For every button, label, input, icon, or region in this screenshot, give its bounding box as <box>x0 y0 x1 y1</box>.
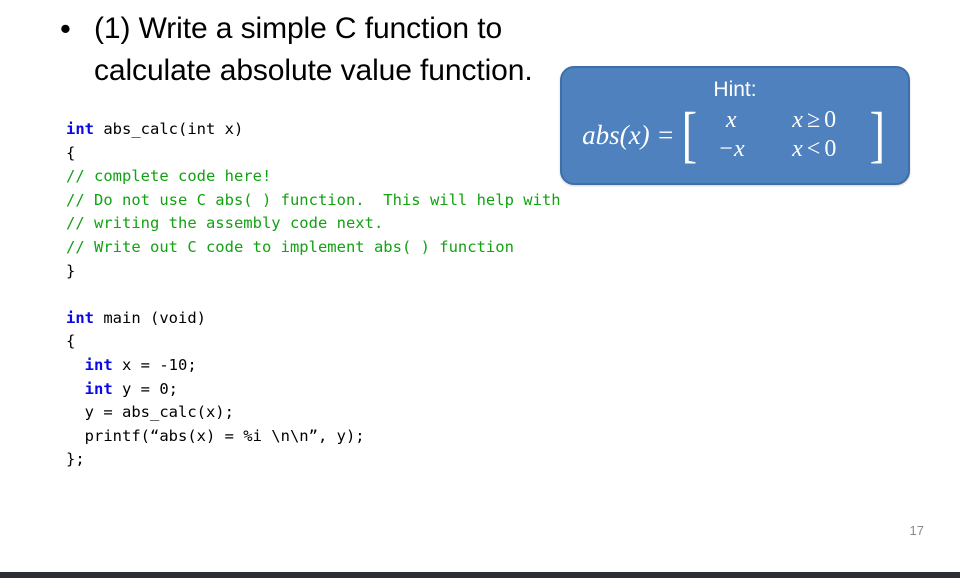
code-line: } <box>66 260 561 284</box>
code-line: int main (void) <box>66 307 561 331</box>
code-text: abs_calc(int x) <box>94 120 244 138</box>
code-text: { <box>66 143 76 162</box>
condition-operator: < <box>806 136 821 162</box>
condition-rhs: 0 <box>824 136 837 162</box>
code-comment: // writing the assembly code next. <box>66 214 384 233</box>
code-line: int x = -10; <box>66 354 561 378</box>
bullet-point-icon: • <box>60 11 71 46</box>
bullet-block: • (1) Write a simple C function to calcu… <box>58 8 578 92</box>
code-comment: // Write out C code to implement abs( ) … <box>66 237 514 256</box>
code-line: { <box>66 330 561 354</box>
slide-title-text: (1) Write a simple C function to calcula… <box>94 12 533 87</box>
bracket-close-icon: ] <box>869 101 886 169</box>
condition-rhs: 0 <box>824 107 837 133</box>
bracket-open-icon: [ <box>681 101 697 169</box>
code-block: int abs_calc(int x){// complete code her… <box>66 118 561 472</box>
code-line: // Do not use C abs( ) function. This wi… <box>66 189 561 213</box>
code-text: x = -10; <box>112 355 197 374</box>
code-text: { <box>66 332 76 351</box>
formula-row: x x ≥0 <box>700 106 866 135</box>
slide-number: 17 <box>909 523 924 538</box>
formula-matrix: x x ≥0 −x x <0 <box>699 106 867 164</box>
formula-row-value: −x <box>717 136 745 162</box>
code-line: y = abs_calc(x); <box>66 401 561 425</box>
bullet-row: • (1) Write a simple C function to calcu… <box>58 8 578 92</box>
hint-formula: abs(x) = [ x x ≥0 −x x <0 ] <box>562 101 908 169</box>
formula-row-value: x <box>725 107 737 133</box>
code-keyword: int <box>84 355 113 374</box>
code-line: { <box>66 142 561 166</box>
code-text: y = abs_calc(x); <box>66 403 234 422</box>
condition-operator: ≥ <box>806 107 821 133</box>
formula-left-side: abs(x) = <box>582 119 675 150</box>
code-line: printf(“abs(x) = %i \n\n”, y); <box>66 425 561 449</box>
code-text: printf(“abs(x) = %i \n\n”, y); <box>66 426 365 445</box>
condition-variable: x <box>792 107 803 133</box>
formula-row: −x x <0 <box>700 135 866 164</box>
condition-variable: x <box>792 136 803 162</box>
slide-canvas: • (1) Write a simple C function to calcu… <box>0 0 960 578</box>
code-keyword: int <box>66 308 94 327</box>
code-text: y = 0; <box>112 379 178 398</box>
code-comment: // complete code here! <box>66 167 272 186</box>
bottom-bar <box>0 572 960 578</box>
hint-callout-box: Hint: abs(x) = [ x x ≥0 −x x <0 ] <box>560 66 910 185</box>
hint-label: Hint: <box>713 78 757 101</box>
formula-row-condition: x ≥0 <box>762 106 866 135</box>
code-line: // complete code here! <box>66 165 561 189</box>
code-keyword: int <box>84 379 113 398</box>
code-comment: // Do not use C abs( ) function. This wi… <box>66 190 561 209</box>
code-text: } <box>66 261 76 280</box>
code-line: }; <box>66 448 561 472</box>
code-keyword: int <box>66 120 94 138</box>
code-text: }; <box>66 450 85 469</box>
code-text: main (void) <box>94 308 206 327</box>
code-line: int abs_calc(int x) <box>66 118 561 142</box>
code-line: // writing the assembly code next. <box>66 212 561 236</box>
code-line: // Write out C code to implement abs( ) … <box>66 236 561 260</box>
formula-row-condition: x <0 <box>762 135 866 164</box>
code-line: int y = 0; <box>66 378 561 402</box>
